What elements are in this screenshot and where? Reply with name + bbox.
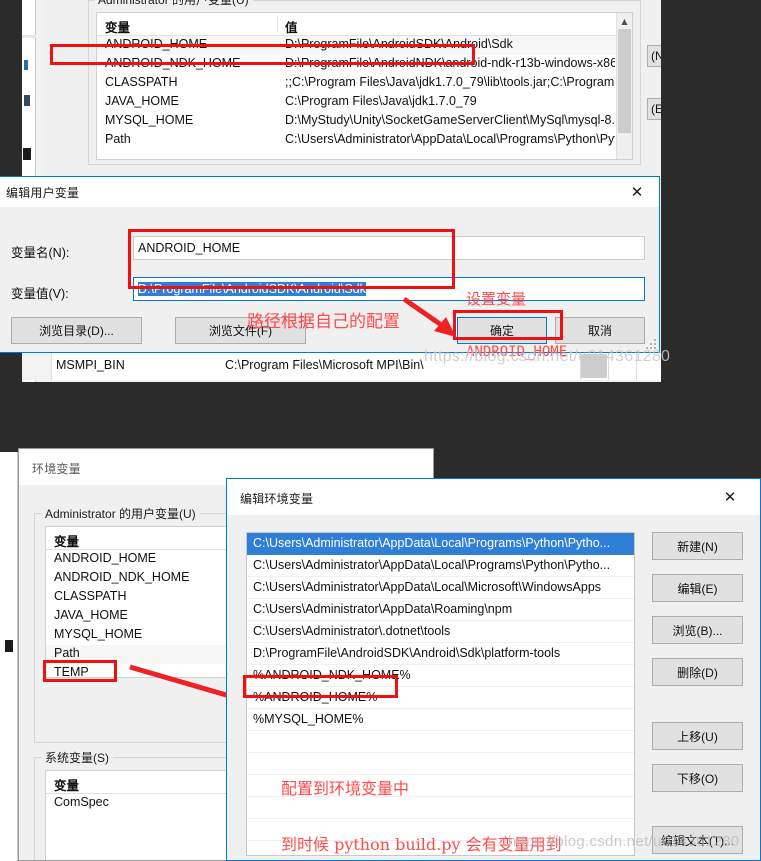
list-item[interactable]: %ANDROID_HOME% [247,687,634,709]
path-entry-text: C:\Users\Administrator\AppData\Local\Mic… [253,580,602,594]
variable-value-value: D:\ProgramFile\AndroidSDK\Android\Sdk [138,282,366,296]
browse-button[interactable]: 浏览(B)... [652,616,743,644]
edit-env-titlebar: 编辑环境变量 ✕ [227,479,760,515]
scroll-up-icon[interactable]: ▲ [617,13,632,29]
listview-vertical-scrollbar[interactable]: ▲ [616,13,632,159]
list-item[interactable]: C:\Users\Administrator\.dotnet\tools [247,621,634,643]
row-variable-name: JAVA_HOME [105,94,179,108]
background-sliver-mark-c [23,148,31,160]
path-entry-text: %ANDROID_NDK_HOME% [253,668,411,682]
row-variable-value: D:\ProgramFile\AndroidNDK\android-ndk-r1… [285,56,615,70]
annotation-env-note-line1: 配置到环境变量中 [281,778,410,798]
list-item[interactable]: C:\Users\Administrator\AppData\Local\Pro… [247,555,634,577]
path-entry-text: C:\Users\Administrator\AppData\Roaming\n… [253,602,513,616]
table-row[interactable]: ANDROID_NDK_HOME D:\ProgramFile\AndroidN… [97,55,632,74]
row-variable-name: ANDROID_NDK_HOME [105,56,241,70]
row-variable-name: ANDROID_NDK_HOME [54,570,190,584]
row-variable-name: MYSQL_HOME [105,113,194,127]
table-row[interactable]: ANDROID_HOME D:\ProgramFile\AndroidSDK\A… [97,36,632,55]
row-variable-name: MYSQL_HOME [54,627,143,641]
row-variable-value: C:\Program Files\Java\jdk1.7.0_79 [285,94,477,108]
background-edit-button[interactable]: (E) [647,98,661,120]
table-row[interactable]: JAVA_HOME C:\Program Files\Java\jdk1.7.0… [97,93,632,112]
user-variables-group-label: Administrator 的用户变量(U) [41,505,200,522]
list-item[interactable]: C:\Users\Administrator\AppData\Roaming\n… [247,599,634,621]
row-variable-name: Path [105,132,131,146]
row-variable-name: Path [54,646,80,660]
cancel-button[interactable]: 取消 [555,317,645,344]
path-entry-text: C:\Users\Administrator\AppData\Local\Pro… [253,536,611,550]
row-variable-value: D:\MyStudy\Unity\SocketGameServerClient\… [285,113,615,127]
row-variable-value: D:\ProgramFile\AndroidSDK\Android\Sdk [285,37,513,51]
move-up-button[interactable]: 上移(U) [652,722,743,750]
edit-dialog-title: 编辑用户变量 [6,186,80,200]
background-window-sliver-glyph [22,35,36,38]
variable-name-value: ANDROID_HOME [138,241,241,255]
background-sliver-mark-b [24,95,30,106]
screenshot-root: Administrator 的用户变量(U) 变量 值 ANDROID_HOME… [0,0,761,861]
path-entry-text: %ANDROID_HOME% [253,690,378,704]
listview-header-top: 变量 值 [97,13,632,36]
variable-name-input[interactable]: ANDROID_HOME [133,236,645,260]
row-variable-value: C:\Users\Administrator\AppData\Local\Pro… [285,132,615,146]
row-variable-name: TEMP [54,665,89,678]
background-sliver-mark-a [24,60,28,70]
table-row[interactable]: MYSQL_HOME D:\MyStudy\Unity\SocketGameSe… [97,112,632,131]
row-variable-name: ANDROID_HOME [54,551,157,565]
annotation-set-variable: 设置变量 ANDROID_HOME [466,256,567,396]
table-row[interactable]: CLASSPATH ;;C:\Program Files\Java\jdk1.7… [97,74,632,93]
column-header-variable: 变量 [54,535,80,549]
new-button[interactable]: 新建(N) [652,532,743,560]
close-icon[interactable]: ✕ [615,177,659,207]
variable-name-label: 变量名(N): [11,246,70,260]
row-variable-name: MSMPI_BIN [56,358,125,372]
path-entry-text: %MYSQL_HOME% [253,712,364,726]
watermark-top: https://blog.csdn.net/u014361280 [424,348,671,365]
list-item[interactable]: D:\ProgramFile\AndroidSDK\Android\Sdk\pl… [247,643,634,665]
listview-rows-top: ANDROID_HOME D:\ProgramFile\AndroidSDK\A… [97,36,632,159]
column-header-value: 值 [285,21,298,35]
table-row[interactable]: Path C:\Users\Administrator\AppData\Loca… [97,131,632,150]
delete-button[interactable]: 删除(D) [652,658,743,686]
edit-button[interactable]: 编辑(E) [652,574,743,602]
annotation-set-variable-line1: 设置变量 [466,290,527,309]
row-variable-value: ;;C:\Program Files\Java\jdk1.7.0_79\lib\… [285,75,615,89]
user-variables-group-label-top: Administrator 的用户变量(U) [94,0,253,8]
list-item[interactable]: C:\Users\Administrator\AppData\Local\Pro… [247,533,634,555]
edit-env-title: 编辑环境变量 [240,492,314,506]
move-down-button[interactable]: 下移(O) [652,764,743,792]
header-divider [277,16,278,32]
browse-directory-button[interactable]: 浏览目录(D)... [11,317,142,344]
list-item[interactable]: C:\Users\Administrator\AppData\Local\Mic… [247,577,634,599]
watermark-bottom: https://blog.csdn.net/u014361280 [508,833,740,850]
background-window-sliver-bottom [0,452,18,861]
list-item[interactable]: %MYSQL_HOME% [247,709,634,731]
variable-value-input[interactable]: D:\ProgramFile\AndroidSDK\Android\Sdk [133,277,645,301]
background-sliver-mark-bottom [5,640,13,652]
env-window-title: 环境变量 [32,462,81,476]
column-header-variable: 变量 [105,21,131,35]
row-variable-name: ANDROID_HOME [105,37,208,51]
edit-dialog-titlebar: 编辑用户变量 ✕ [0,177,659,207]
path-entry-text: D:\ProgramFile\AndroidSDK\Android\Sdk\pl… [253,646,561,660]
row-variable-name: CLASSPATH [54,589,127,603]
close-icon[interactable]: ✕ [708,479,752,515]
annotation-path-note: 路径根据自己的配置 [247,312,400,332]
background-strip-gutter [22,352,52,380]
row-variable-name: JAVA_HOME [54,608,128,622]
column-header-variable: 变量 [54,779,80,793]
row-variable-name: ComSpec [54,795,109,809]
list-item[interactable]: %ANDROID_NDK_HOME% [247,665,634,687]
user-variables-listview-top[interactable]: 变量 值 ANDROID_HOME D:\ProgramFile\Android… [96,12,633,160]
background-new-button[interactable]: (N) [647,45,661,67]
variable-value-label: 变量值(V): [11,287,69,301]
path-entry-text: C:\Users\Administrator\.dotnet\tools [253,624,451,638]
row-variable-value: C:\Program Files\Microsoft MPI\Bin\ [225,358,424,372]
system-variables-group-label: 系统变量(S) [41,749,113,766]
scrollbar-thumb[interactable] [618,29,631,133]
path-entry-text: C:\Users\Administrator\AppData\Local\Pro… [253,558,611,572]
row-variable-name: CLASSPATH [105,75,178,89]
